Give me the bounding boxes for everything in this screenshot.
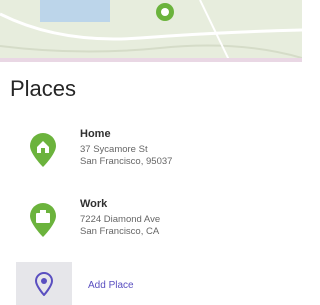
place-address: 37 Sycamore St San Francisco, 95037 xyxy=(80,144,173,167)
place-name: Home xyxy=(80,128,111,140)
place-item-work[interactable]: Work 7224 Diamond Ave San Francisco, CA xyxy=(0,196,302,260)
add-place-label: Add Place xyxy=(88,280,134,291)
place-name: Work xyxy=(80,198,108,210)
places-header: Places xyxy=(0,66,302,106)
map-preview[interactable] xyxy=(0,0,302,62)
add-place-tile[interactable] xyxy=(16,262,72,305)
home-pin-icon xyxy=(30,133,56,167)
work-pin-icon xyxy=(30,203,56,237)
place-address: 7224 Diamond Ave San Francisco, CA xyxy=(80,214,161,237)
place-item-home[interactable]: Home 37 Sycamore St San Francisco, 95037 xyxy=(0,118,302,196)
add-location-icon xyxy=(34,272,54,296)
map-canvas xyxy=(0,0,302,62)
add-place-button[interactable]: Add Place xyxy=(0,262,302,305)
page-title: Places xyxy=(10,76,77,101)
